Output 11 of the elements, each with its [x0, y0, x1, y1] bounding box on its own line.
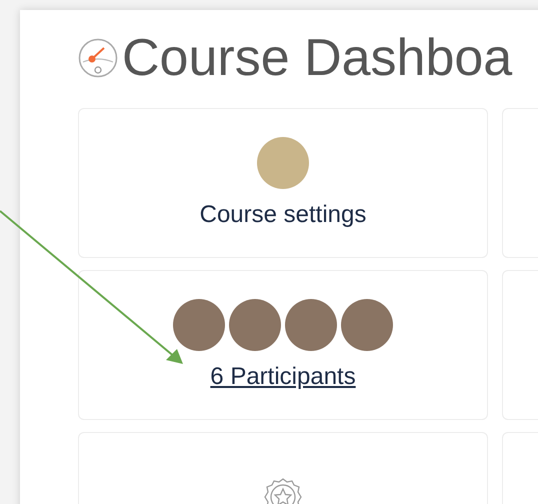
- participants-link[interactable]: 6 Participants: [210, 363, 356, 391]
- card-label: Course settings: [200, 201, 366, 229]
- photo-placeholder: [257, 137, 309, 189]
- avatar-photo-placeholder: [341, 299, 393, 351]
- avatar-photo-placeholder: [229, 299, 281, 351]
- gauge-icon: [78, 38, 118, 78]
- avatar-photo-placeholder: [173, 299, 225, 351]
- dashboard-card[interactable]: 6 Participants: [78, 270, 488, 420]
- dashboard-card[interactable]: Course settings: [78, 108, 488, 258]
- page-title: Course Dashboa: [122, 32, 512, 84]
- avatar-photo-placeholder: [285, 299, 337, 351]
